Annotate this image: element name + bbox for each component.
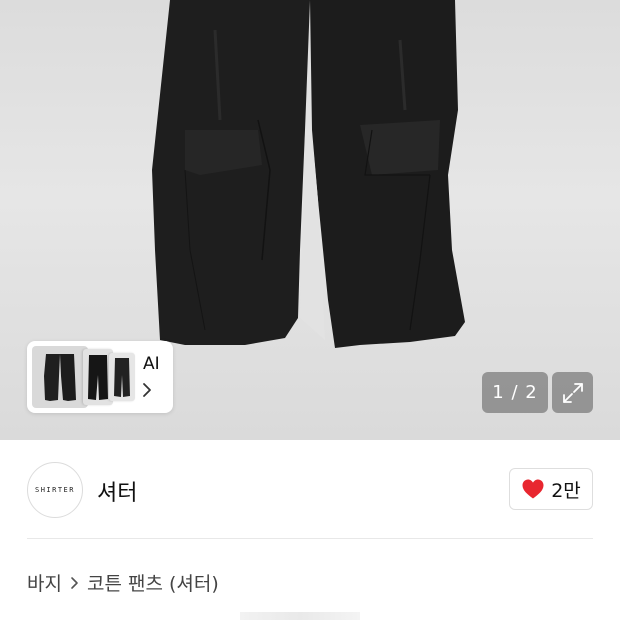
breadcrumb-product[interactable]: 코튼 팬츠 (셔터) [87, 569, 219, 596]
ai-label: AI [143, 354, 160, 374]
page-counter: 1 / 2 [482, 372, 548, 413]
ai-similar-button[interactable]: AI [27, 341, 173, 413]
like-count: 2만 [551, 479, 581, 502]
heart-icon [522, 479, 544, 499]
chevron-right-icon [70, 576, 79, 590]
breadcrumb-category[interactable]: 바지 [27, 569, 62, 596]
chevron-right-icon [143, 383, 151, 397]
expand-button[interactable] [552, 372, 593, 413]
shop-logo[interactable]: SHIRTER [27, 462, 83, 518]
divider [27, 538, 593, 539]
product-image-gallery[interactable]: AI 1 / 2 [0, 0, 620, 440]
ai-thumbnail-1 [32, 346, 88, 408]
expand-icon [562, 382, 583, 403]
shop-logo-text: SHIRTER [34, 486, 75, 494]
like-button[interactable]: 2만 [509, 468, 593, 510]
shop-name[interactable]: 셔터 [97, 475, 137, 507]
ai-thumbnail-3 [109, 353, 135, 401]
content-preview [240, 612, 360, 620]
breadcrumb: 바지 코튼 팬츠 (셔터) [27, 569, 219, 596]
